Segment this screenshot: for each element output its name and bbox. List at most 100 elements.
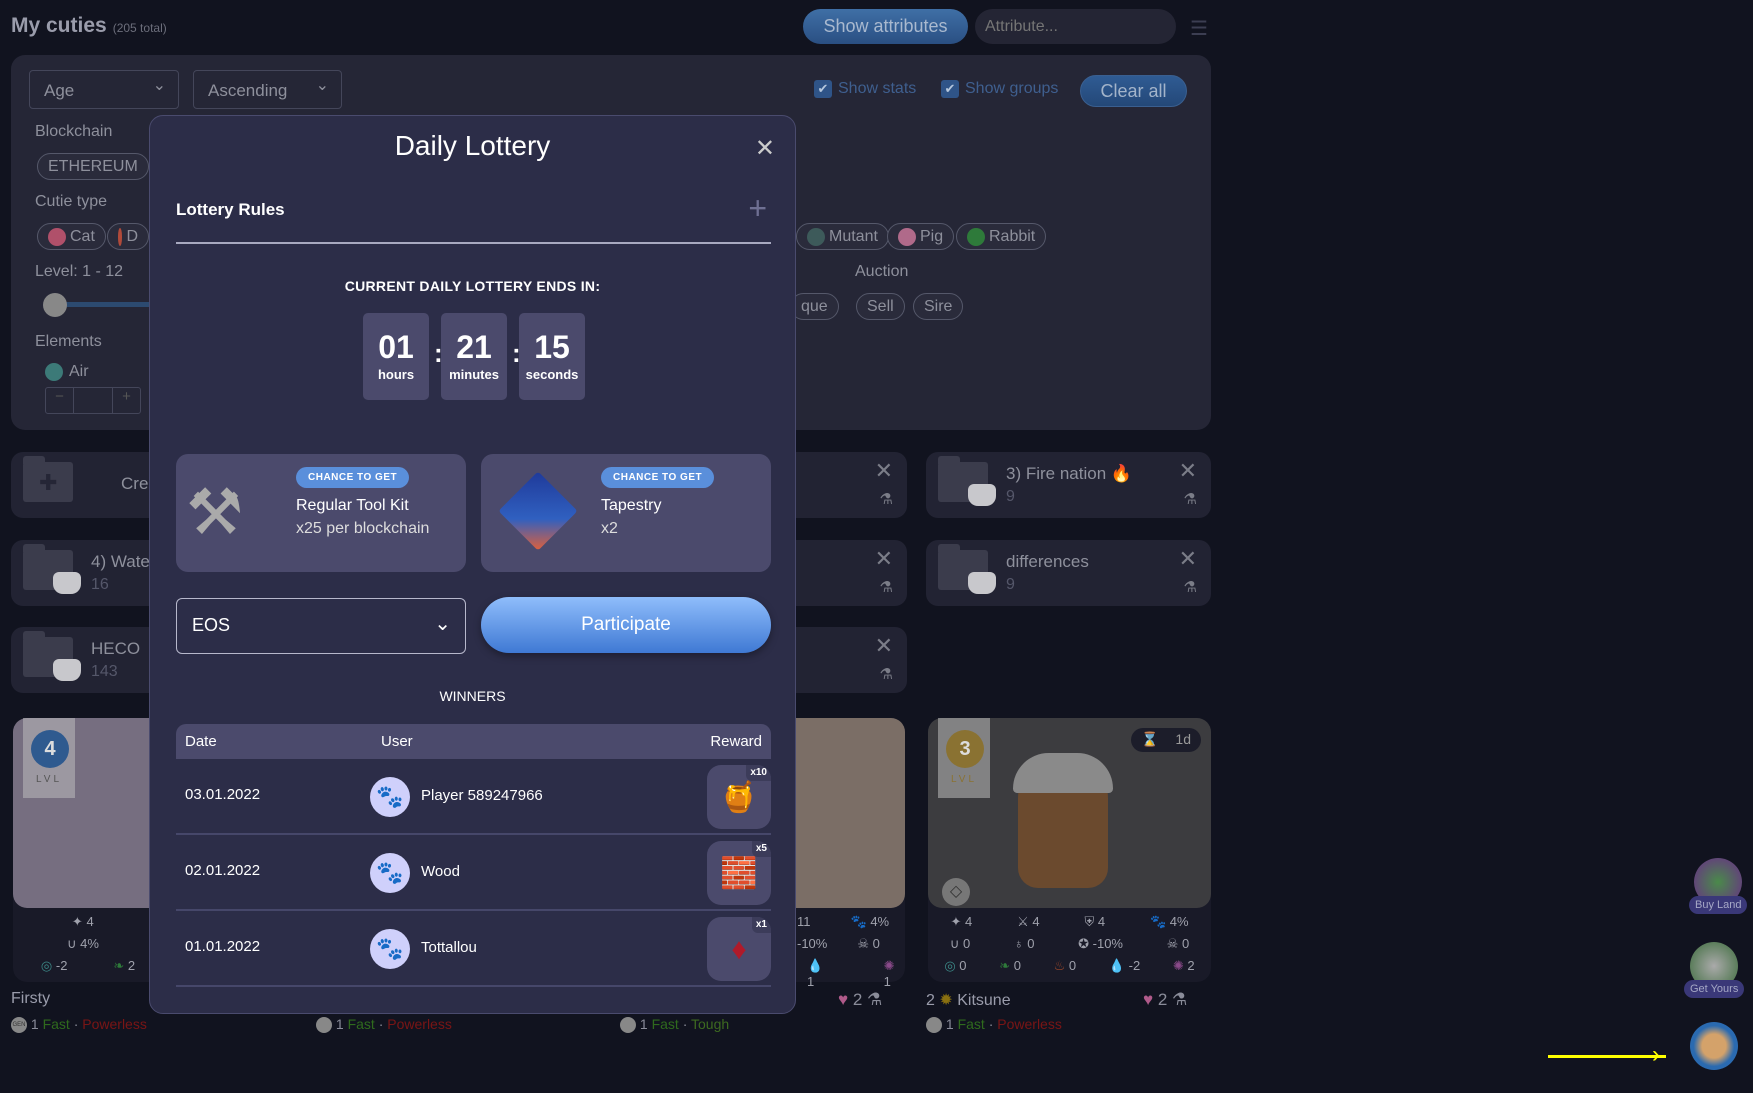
participate-button[interactable]: Participate xyxy=(481,597,771,653)
cutie-gen-traits: 1 Fast · Powerless xyxy=(316,1016,452,1034)
cooldown-badge: ⌛ 1d xyxy=(1131,728,1201,752)
potion-icon: ⚗ xyxy=(1172,990,1188,1009)
level-slider-handle[interactable] xyxy=(43,293,67,317)
sun-icon: ✹ xyxy=(939,992,953,1009)
timer-hours: 01 hours xyxy=(363,313,429,400)
cutie-likes[interactable]: ♥ 2 ⚗ xyxy=(838,990,882,1010)
cat-face-icon xyxy=(968,484,996,506)
prize-card: ⚒ CHANCE TO GET Regular Tool Kit x25 per… xyxy=(176,454,466,572)
winners-label: WINNERS xyxy=(439,688,506,704)
cutie-card[interactable]: 3 LVL ⌛ 1d ◇ ✦ 4 ⚔ 4 ⛨ 4 🐾 4% ∪ 0 ♁ 0 ✪ -10% ☠ … xyxy=(928,718,1211,982)
level-label: Level: 1 - 12 xyxy=(35,263,124,280)
plus-icon[interactable]: + xyxy=(112,388,140,413)
winner-row: 03.01.2022 🐾 Player 589247966 🍯 x10 xyxy=(176,759,771,835)
chip-d[interactable]: D xyxy=(107,223,149,250)
air-icon xyxy=(45,363,63,381)
get-yours-button[interactable]: Get Yours xyxy=(1684,942,1745,998)
heart-icon: ♥ xyxy=(1143,990,1154,1009)
potion-icon[interactable]: ⚗ xyxy=(880,665,893,683)
chip-ethereum[interactable]: ETHEREUM xyxy=(37,153,149,180)
check-icon: ✔ xyxy=(814,80,832,98)
chip-rabbit[interactable]: Rabbit xyxy=(956,223,1047,250)
cutie-name[interactable]: Firsty xyxy=(11,990,50,1008)
blockchain-select[interactable]: EOS ⌄ xyxy=(176,598,466,654)
folder-card[interactable]: differences 9 ✕ ⚗ xyxy=(926,540,1211,606)
plus-icon[interactable]: + xyxy=(748,190,767,227)
potion-icon: ⚗ xyxy=(867,990,883,1009)
clear-all-button[interactable]: Clear all xyxy=(1080,75,1187,107)
cutie-likes[interactable]: ♥ 2 ⚗ xyxy=(1143,990,1187,1010)
potion-icon[interactable]: ⚗ xyxy=(880,578,893,596)
air-stepper[interactable]: − + xyxy=(45,387,141,414)
reward-quantity: x5 xyxy=(751,841,771,857)
close-icon[interactable]: ✕ xyxy=(875,546,893,572)
close-icon[interactable]: ✕ xyxy=(875,633,893,659)
folder-name: 3) Fire nation 🔥 xyxy=(1006,464,1133,483)
element-air[interactable]: Air xyxy=(45,363,89,381)
folder-count: 16 xyxy=(91,576,109,593)
prize-card: CHANCE TO GET Tapestry x2 xyxy=(481,454,771,572)
close-icon[interactable]: ✕ xyxy=(1179,546,1197,572)
dog-icon xyxy=(118,227,123,246)
annotation-arrow xyxy=(1548,1055,1666,1058)
close-icon[interactable]: ✕ xyxy=(755,134,775,163)
cat-icon xyxy=(48,227,66,246)
sort-order-select[interactable]: Ascending xyxy=(193,70,342,109)
heart-icon: ♥ xyxy=(838,990,849,1009)
attribute-search-input[interactable] xyxy=(975,9,1176,44)
cutie-gen-traits: GEN 1 Fast · Powerless xyxy=(11,1016,147,1034)
close-icon[interactable]: ✕ xyxy=(875,458,893,484)
winners-table-header: Date User Reward xyxy=(176,724,771,759)
close-icon[interactable]: ✕ xyxy=(1179,458,1197,484)
winner-user[interactable]: Wood xyxy=(421,863,460,880)
cat-face-icon xyxy=(53,572,81,594)
winner-user[interactable]: Player 589247966 xyxy=(421,787,543,804)
paw-avatar-icon: 🐾 xyxy=(370,929,410,969)
daily-lottery-button[interactable] xyxy=(1690,1022,1738,1070)
arrow-head-icon: › xyxy=(1652,1041,1660,1068)
chip-mutant[interactable]: Mutant xyxy=(796,223,889,250)
chip-unique[interactable]: que xyxy=(790,293,839,320)
buy-land-button[interactable]: Buy Land xyxy=(1689,858,1748,914)
daily-lottery-modal: Daily Lottery ✕ Lottery Rules + CURRENT D… xyxy=(149,115,796,1014)
folder-name: HECO xyxy=(91,639,141,658)
folder-card[interactable]: 3) Fire nation 🔥 9 ✕ ⚗ xyxy=(926,452,1211,518)
level-slider-track[interactable] xyxy=(54,302,154,307)
pig-icon xyxy=(898,227,916,246)
cat-face-icon xyxy=(968,572,996,594)
minus-icon[interactable]: − xyxy=(46,388,74,413)
potion-icon[interactable]: ⚗ xyxy=(1184,490,1197,508)
potion-icon[interactable]: ⚗ xyxy=(880,490,893,508)
winner-user[interactable]: Tottallou xyxy=(421,939,477,956)
bricks-icon: 🧱 x5 xyxy=(707,841,771,905)
reward-quantity: x10 xyxy=(746,765,771,781)
folder-icon: ✚ xyxy=(23,456,73,502)
paw-avatar-icon: 🐾 xyxy=(370,777,410,817)
mutant-icon xyxy=(807,227,825,246)
show-stats-checkbox[interactable]: ✔ Show stats xyxy=(814,80,916,98)
level-badge: 3 xyxy=(946,730,984,768)
auction-label: Auction xyxy=(855,263,909,280)
cutie-type-label: Cutie type xyxy=(35,193,108,210)
show-attributes-button[interactable]: Show attributes xyxy=(803,9,968,44)
cat-face-icon xyxy=(53,659,81,681)
sort-field-select[interactable]: Age xyxy=(29,70,179,109)
show-groups-checkbox[interactable]: ✔ Show groups xyxy=(941,80,1058,98)
chip-sire[interactable]: Sire xyxy=(913,293,964,320)
chip-pig[interactable]: Pig xyxy=(887,223,955,250)
reward-quantity: x1 xyxy=(751,917,771,933)
blockchain-label: Blockchain xyxy=(35,123,113,140)
cutie-gen-traits: 1 Fast · Powerless xyxy=(926,1016,1062,1034)
filter-settings-icon[interactable]: ☰ xyxy=(1190,16,1208,41)
total-count: (205 total) xyxy=(112,21,167,35)
chip-sell[interactable]: Sell xyxy=(856,293,905,320)
page-title: My cuties (205 total) xyxy=(11,14,167,37)
chip-cat[interactable]: Cat xyxy=(37,223,106,250)
cutie-name[interactable]: 2 ✹ Kitsune xyxy=(926,990,1011,1010)
folder-count: 9 xyxy=(1006,488,1015,505)
lottery-rules-toggle[interactable]: Lottery Rules + xyxy=(176,190,771,244)
honey-jar-icon: 🍯 x10 xyxy=(707,765,771,829)
eos-chain-icon: ◇ xyxy=(942,878,970,906)
potion-icon[interactable]: ⚗ xyxy=(1184,578,1197,596)
winner-row: 01.01.2022 🐾 Tottallou ♦ x1 xyxy=(176,911,771,987)
